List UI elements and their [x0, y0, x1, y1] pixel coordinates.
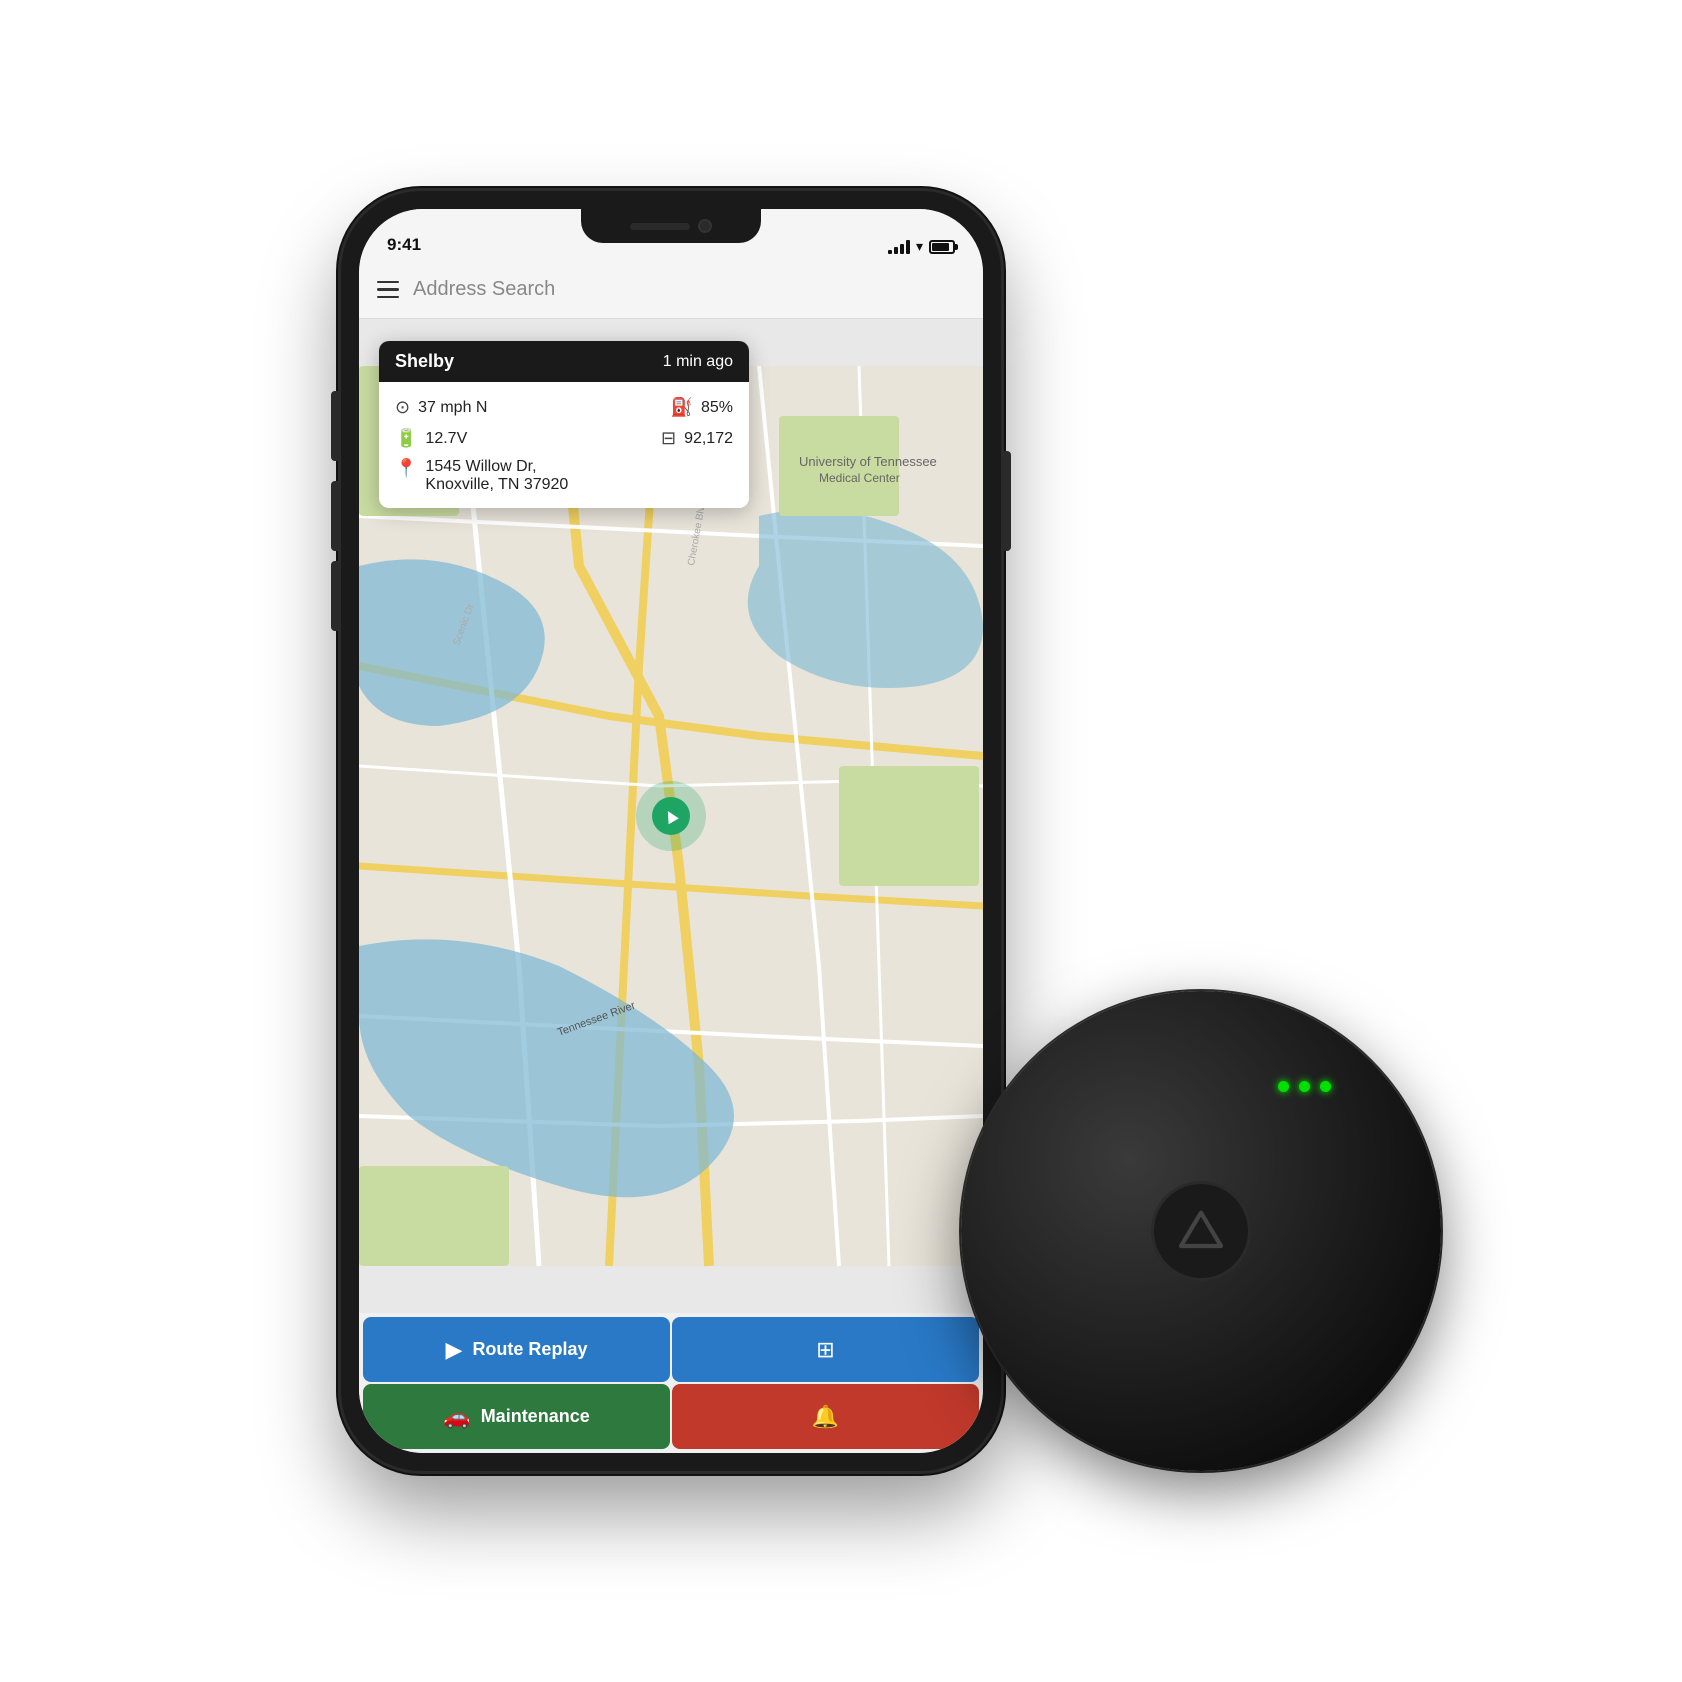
phone-shell: 9:41 ▾	[341, 191, 1001, 1471]
direction-arrow-icon: ▲	[657, 801, 686, 831]
speed-item: ⊙ 37 mph N	[395, 397, 487, 418]
svg-text:Medical Center: Medical Center	[819, 471, 900, 485]
fuel-value: 85%	[701, 399, 733, 417]
time-ago: 1 min ago	[663, 353, 733, 371]
svg-text:University of Tennessee: University of Tennessee	[799, 454, 937, 469]
signal-icon	[888, 240, 910, 254]
device-logo	[1151, 1181, 1251, 1281]
maintenance-button[interactable]: 🚗 Maintenance	[363, 1384, 670, 1449]
card-row-1: ⊙ 37 mph N ⛽ 85%	[395, 392, 733, 423]
grid-icon: ⊞	[816, 1337, 834, 1363]
phone-screen: 9:41 ▾	[359, 209, 983, 1453]
wifi-icon: ▾	[916, 238, 923, 255]
card-row-2: 🔋 12.7V ⊟ 92,172	[395, 423, 733, 454]
led-1	[1278, 1081, 1289, 1092]
speaker	[630, 223, 690, 230]
search-bar[interactable]: Address Search	[359, 261, 983, 319]
notch	[581, 209, 761, 243]
front-camera	[698, 219, 712, 233]
status-icons: ▾	[888, 238, 955, 255]
fuel-icon: ⛽	[671, 397, 693, 418]
card-header: Shelby 1 min ago	[379, 341, 749, 382]
grid-button[interactable]: ⊞	[672, 1317, 979, 1382]
address-item: 📍 1545 Willow Dr, Knoxville, TN 37920	[395, 454, 733, 498]
led-2	[1299, 1081, 1310, 1092]
address-line1: 1545 Willow Dr,	[425, 458, 568, 476]
speed-value: 37 mph N	[418, 399, 487, 417]
led-3	[1320, 1081, 1331, 1092]
location-marker: ▲	[636, 781, 706, 851]
car-icon: 🚗	[443, 1404, 470, 1430]
battery-icon	[929, 240, 955, 254]
odometer-item: ⊟ 92,172	[661, 428, 733, 449]
battery-status-icon: 🔋	[395, 428, 417, 449]
alert-button[interactable]: 🔔	[672, 1384, 979, 1449]
search-input[interactable]: Address Search	[413, 278, 965, 301]
voltage-value: 12.7V	[425, 430, 467, 448]
pin-icon: 📍	[395, 458, 417, 479]
address-line2: Knoxville, TN 37920	[425, 476, 568, 494]
voltage-item: 🔋 12.7V	[395, 428, 467, 449]
play-icon: ▶	[446, 1337, 463, 1363]
card-body: ⊙ 37 mph N ⛽ 85% 🔋 12.7V	[379, 382, 749, 508]
bell-icon: 🔔	[812, 1404, 839, 1430]
led-indicators	[1278, 1081, 1331, 1092]
route-replay-label: Route Replay	[472, 1339, 587, 1360]
map-area[interactable]: University of Tennessee Medical Center S…	[359, 319, 983, 1313]
vehicle-name: Shelby	[395, 351, 454, 372]
location-dot: ▲	[652, 797, 690, 835]
fuel-item: ⛽ 85%	[671, 397, 733, 418]
menu-icon[interactable]	[377, 281, 399, 299]
round-tracker-device	[961, 991, 1441, 1471]
speedometer-icon: ⊙	[395, 397, 410, 418]
bottom-buttons: ▶ Route Replay ⊞ 🚗 Maintenance 🔔	[359, 1313, 983, 1453]
route-replay-button[interactable]: ▶ Route Replay	[363, 1317, 670, 1382]
logo-icon	[1176, 1206, 1226, 1256]
address-text: 1545 Willow Dr, Knoxville, TN 37920	[425, 458, 568, 494]
odometer-value: 92,172	[684, 430, 733, 448]
info-card: Shelby 1 min ago ⊙ 37 mph N ⛽ 85%	[379, 341, 749, 508]
location-pulse: ▲	[636, 781, 706, 851]
maintenance-label: Maintenance	[481, 1406, 590, 1427]
odometer-icon: ⊟	[661, 428, 676, 449]
